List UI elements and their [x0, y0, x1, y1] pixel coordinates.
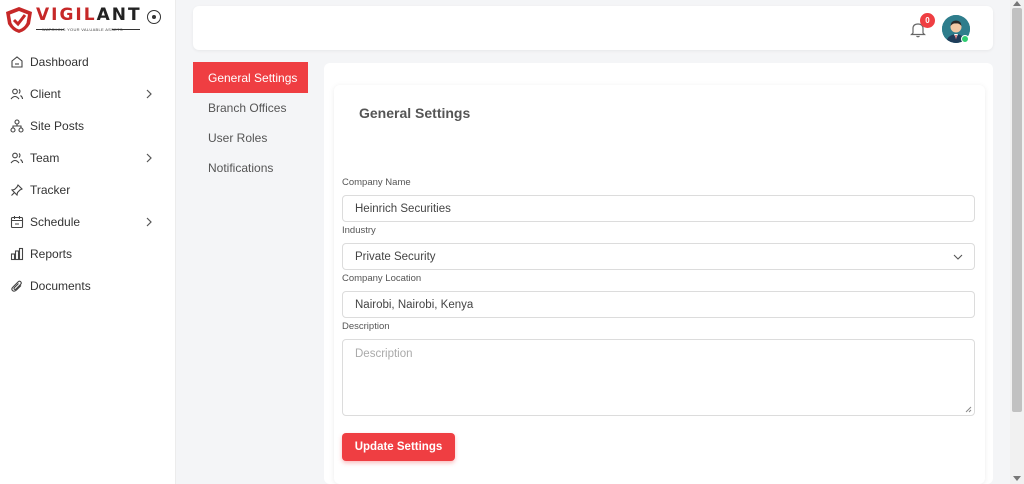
sidebar-item-dashboard[interactable]: Dashboard — [0, 46, 176, 78]
description-placeholder: Description — [355, 348, 413, 360]
company-name-label: Company Name — [342, 177, 411, 188]
sidebar-item-label: Dashboard — [30, 55, 89, 69]
company-location-label: Company Location — [342, 273, 422, 284]
sidebar-nav: Dashboard Client Site Posts Team Tracker… — [0, 46, 176, 302]
sidebar-item-client[interactable]: Client — [0, 78, 176, 110]
paperclip-icon — [9, 278, 25, 294]
scroll-up-icon[interactable] — [1013, 1, 1021, 6]
company-location-field[interactable]: Nairobi, Nairobi, Kenya — [342, 291, 975, 318]
target-icon — [147, 10, 161, 24]
sidebar-item-label: Documents — [30, 279, 91, 293]
scroll-down-icon[interactable] — [1013, 476, 1021, 481]
sidebar-item-tracker[interactable]: Tracker — [0, 174, 176, 206]
chevron-down-icon — [953, 254, 963, 260]
tab-branch-offices[interactable]: Branch Offices — [193, 93, 308, 123]
chevron-right-icon — [146, 217, 152, 227]
tab-label: Branch Offices — [208, 101, 287, 115]
settings-menu: General Settings Branch Offices User Rol… — [193, 62, 308, 183]
description-label: Description — [342, 321, 390, 332]
page-scrollbar[interactable] — [1010, 0, 1024, 484]
company-name-value: Heinrich Securities — [355, 202, 451, 215]
sidebar-item-label: Tracker — [30, 183, 71, 197]
scrollbar-thumb[interactable] — [1012, 8, 1022, 412]
tab-label: General Settings — [208, 70, 298, 85]
tab-notifications[interactable]: Notifications — [193, 153, 308, 183]
brand-wordmark: VIGILANT — [36, 5, 142, 25]
brand-tagline: WATCHING YOUR VALUABLE ASSETS — [42, 27, 123, 32]
update-settings-button[interactable]: Update Settings — [342, 433, 455, 461]
description-textarea[interactable]: Description — [342, 339, 975, 416]
home-icon — [9, 54, 25, 70]
sidebar-item-team[interactable]: Team — [0, 142, 176, 174]
sidebar-item-site-posts[interactable]: Site Posts — [0, 110, 176, 142]
company-location-value: Nairobi, Nairobi, Kenya — [355, 298, 474, 311]
tab-label: User Roles — [208, 131, 268, 145]
bar-chart-icon — [9, 246, 25, 262]
industry-label: Industry — [342, 225, 376, 236]
tab-general-settings[interactable]: General Settings — [193, 62, 308, 93]
tab-label: Notifications — [208, 161, 274, 175]
logo-rule-right — [112, 29, 140, 30]
calendar-icon — [9, 214, 25, 230]
notification-badge: 0 — [920, 13, 935, 28]
industry-value: Private Security — [355, 250, 436, 263]
sidebar-item-documents[interactable]: Documents — [0, 270, 176, 302]
sidebar-item-label: Reports — [30, 247, 73, 261]
chevron-right-icon — [146, 153, 152, 163]
users-icon — [9, 150, 25, 166]
shield-logo-icon — [6, 7, 32, 33]
online-status-dot — [961, 35, 969, 43]
company-name-field[interactable]: Heinrich Securities — [342, 195, 975, 222]
users-icon — [9, 86, 25, 102]
sidebar-item-reports[interactable]: Reports — [0, 238, 176, 270]
vigilant-logo[interactable]: VIGILANT WATCHING YOUR VALUABLE ASSETS — [4, 4, 166, 36]
industry-select[interactable]: Private Security — [342, 243, 975, 270]
sidebar-item-label: Team — [30, 151, 60, 165]
main-panel: General Settings Company Name Heinrich S… — [324, 63, 993, 484]
card-title: General Settings — [359, 105, 471, 121]
pin-icon — [9, 182, 25, 198]
chevron-right-icon — [146, 89, 152, 99]
sitemap-icon — [9, 118, 25, 134]
top-bar: 0 — [193, 6, 993, 50]
general-settings-card: General Settings Company Name Heinrich S… — [334, 85, 985, 484]
sidebar-item-schedule[interactable]: Schedule — [0, 206, 176, 238]
tab-user-roles[interactable]: User Roles — [193, 123, 308, 153]
sidebar-item-label: Site Posts — [30, 119, 85, 133]
sidebar-item-label: Client — [30, 87, 61, 101]
sidebar-item-label: Schedule — [30, 215, 81, 229]
resize-grip-icon[interactable] — [964, 405, 972, 413]
sidebar: VIGILANT WATCHING YOUR VALUABLE ASSETS D… — [0, 0, 176, 484]
